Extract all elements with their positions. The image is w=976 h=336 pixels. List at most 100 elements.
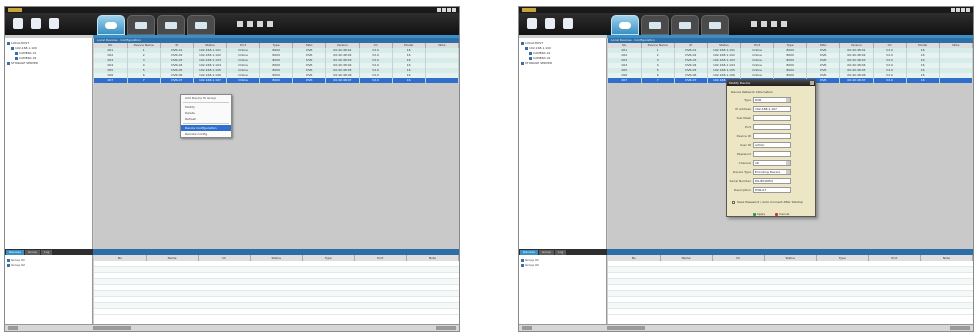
check-icon[interactable] — [771, 21, 777, 27]
restore-icon[interactable] — [961, 8, 965, 12]
context-menu: Add Device To Group Modify Delete Refres… — [180, 94, 232, 138]
tree-node[interactable]: STORAGE SERVER — [7, 61, 90, 66]
device-icon[interactable] — [545, 18, 555, 29]
save-icon[interactable] — [49, 18, 59, 29]
status-segment — [93, 326, 131, 330]
close-icon[interactable] — [966, 8, 970, 12]
status-segment — [950, 326, 970, 330]
tab-device-management[interactable] — [97, 15, 125, 35]
table-row-selected[interactable]: 0077DVR-07192.168.1.107Online8000DVR00:4… — [94, 78, 459, 83]
view-tabs — [97, 15, 215, 35]
tree-node[interactable]: Group 02 — [7, 263, 90, 268]
toolbar-right — [237, 21, 273, 27]
form-row-ip: IP Address 192.168.1.107 — [727, 105, 815, 113]
app-logo — [8, 8, 22, 12]
user-id-field[interactable]: admin — [753, 142, 791, 148]
tab-config[interactable] — [701, 15, 729, 35]
menu-divider — [183, 123, 229, 124]
tab-live-view[interactable] — [127, 15, 155, 35]
field-label: Device ID — [736, 134, 751, 138]
checkbox-box[interactable] — [732, 200, 735, 204]
maximize-icon[interactable] — [442, 8, 446, 12]
form-row-user: User ID admin — [727, 141, 815, 149]
restore-icon[interactable] — [447, 8, 451, 12]
form-row-mask: Sub Mask — [727, 114, 815, 122]
device-id-field[interactable] — [753, 133, 791, 139]
tab-config[interactable] — [187, 15, 215, 35]
group-icon — [521, 263, 524, 267]
folder-icon — [7, 41, 10, 45]
status-bar — [5, 324, 459, 331]
menu-item[interactable]: Add Device To Group — [181, 95, 231, 101]
monitor-icon[interactable] — [751, 21, 757, 27]
login-icon[interactable] — [13, 18, 23, 29]
close-icon[interactable] — [452, 8, 456, 12]
dialog-buttons: Apply Cancel — [727, 212, 815, 217]
tab-playback[interactable] — [671, 15, 699, 35]
device-icon[interactable] — [31, 18, 41, 29]
sub-mask-field[interactable] — [753, 115, 791, 121]
close-icon[interactable] — [810, 81, 814, 85]
cancel-button[interactable]: Cancel — [773, 212, 791, 217]
status-segment — [8, 326, 18, 330]
status-segment — [436, 326, 456, 330]
window-controls — [437, 8, 456, 12]
field-label: Type — [744, 98, 751, 102]
port-field[interactable] — [753, 124, 791, 130]
channel-table: No Name Ch Status Type Port Note — [94, 255, 459, 326]
checkbox-label: Save Password / Auto Connect After Start… — [737, 200, 803, 204]
empty-row — [608, 309, 973, 315]
tab-live-view[interactable] — [641, 15, 669, 35]
modify-device-dialog: Modify Device Device Network Information… — [726, 79, 816, 217]
config-icon — [709, 22, 721, 29]
field-label: Channel — [738, 161, 751, 165]
tab-device-management[interactable] — [611, 15, 639, 35]
ip-address-field[interactable]: 192.168.1.107 — [753, 106, 791, 112]
camera-icon — [15, 51, 18, 55]
tree-node[interactable]: Group 02 — [521, 263, 604, 268]
password-field[interactable] — [753, 151, 791, 157]
screenshot-left: LOCALHOST 192.168.1.100 CAMERA 01 CAMERA… — [4, 6, 460, 332]
playback-icon — [165, 22, 177, 29]
play-icon[interactable] — [247, 21, 253, 27]
serial-number-field[interactable]: DS-8016HCI — [753, 178, 791, 184]
playback-icon — [679, 22, 691, 29]
form-row-password: Password — [727, 150, 815, 158]
form-row-device-type: Device Type Encoding Device — [727, 168, 815, 176]
field-label: Sub Mask — [736, 116, 751, 120]
screenshot-right: LOCALHOST 192.168.1.100 CAMERA 01 CAMERA… — [518, 6, 974, 332]
type-select[interactable]: DVR — [753, 97, 791, 103]
form-row-description: Description DVR-07 — [727, 186, 815, 194]
check-icon[interactable] — [257, 21, 263, 27]
status-segment — [607, 326, 645, 330]
field-label: Password — [736, 152, 751, 156]
login-icon[interactable] — [527, 18, 537, 29]
auto-connect-checkbox[interactable]: Save Password / Auto Connect After Start… — [732, 200, 815, 205]
channel-select[interactable]: 16 — [753, 160, 791, 166]
minimize-icon[interactable] — [951, 8, 955, 12]
play-icon[interactable] — [761, 21, 767, 27]
dialog-title-bar: Modify Device — [727, 80, 815, 86]
menu-item[interactable]: Refresh — [181, 116, 231, 122]
minimize-icon[interactable] — [437, 8, 441, 12]
maximize-icon[interactable] — [956, 8, 960, 12]
menu-item[interactable]: Remote Config — [181, 131, 231, 137]
device-table: No Device Name IP Status Port Type MAC Version C… — [608, 43, 973, 83]
device-panel: Local Devices · Configuration No Device N… — [94, 38, 459, 249]
tree-node[interactable]: STORAGE SERVER — [521, 61, 604, 66]
group-icon — [7, 258, 10, 262]
save-icon[interactable] — [563, 18, 573, 29]
edit-icon[interactable] — [781, 21, 787, 27]
apply-button[interactable]: Apply — [751, 212, 767, 217]
device-tree: LOCALHOST 192.168.1.100 CAMERA 01 CAMERA… — [5, 38, 93, 249]
storage-icon — [7, 61, 10, 65]
status-bar — [519, 324, 973, 331]
device-type-select[interactable]: Encoding Device — [753, 169, 791, 175]
edit-icon[interactable] — [267, 21, 273, 27]
monitor-icon[interactable] — [237, 21, 243, 27]
field-label: Port — [745, 125, 751, 129]
dialog-section-header: Device Network Information — [731, 90, 774, 94]
description-field[interactable]: DVR-07 — [753, 187, 791, 193]
tab-playback[interactable] — [157, 15, 185, 35]
form-row-serial: Serial Number DS-8016HCI — [727, 177, 815, 185]
